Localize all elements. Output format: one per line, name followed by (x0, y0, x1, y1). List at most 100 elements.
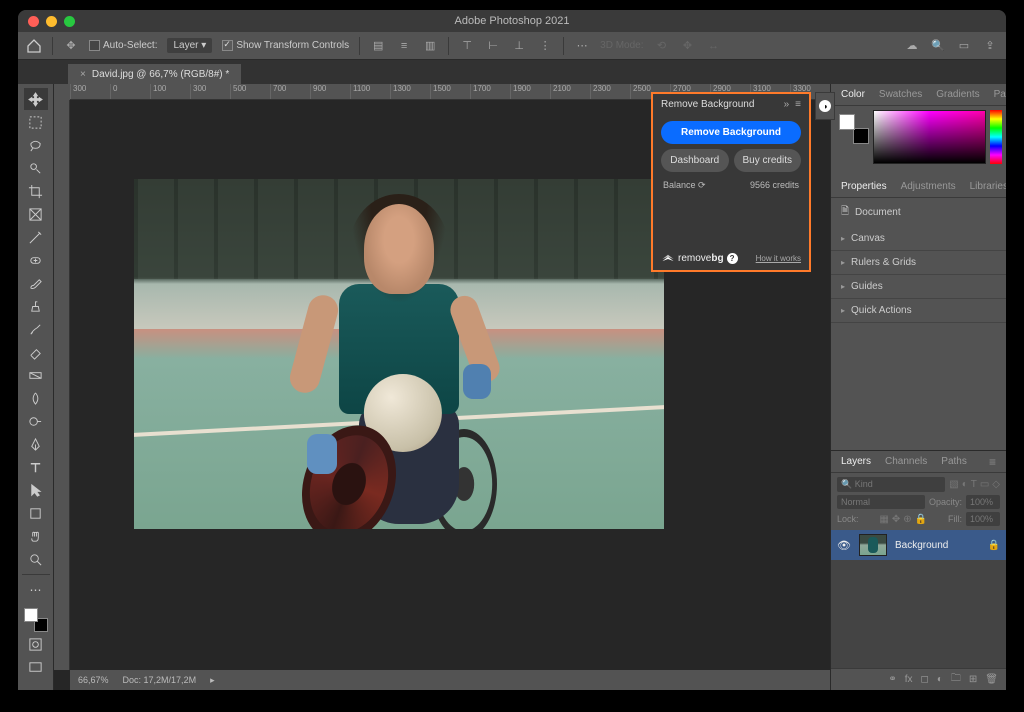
filter-type-icon[interactable]: T (971, 479, 977, 490)
search-icon[interactable]: 🔍 (930, 38, 946, 54)
tab-color[interactable]: Color (835, 85, 871, 104)
cloud-docs-icon[interactable]: ☁ (904, 38, 920, 54)
blur-tool[interactable] (24, 387, 48, 409)
tab-layers[interactable]: Layers (835, 452, 877, 471)
workspace-icon[interactable]: ▭ (956, 38, 972, 54)
new-layer-icon[interactable]: ⊞ (969, 674, 977, 685)
frame-tool[interactable] (24, 203, 48, 225)
lasso-tool[interactable] (24, 134, 48, 156)
more-align-icon[interactable]: ⋯ (574, 38, 590, 54)
tab-patterns[interactable]: Patterns (988, 85, 1006, 104)
buy-credits-button[interactable]: Buy credits (734, 149, 802, 172)
refresh-icon[interactable]: ⟳ (698, 180, 706, 190)
removebg-logo[interactable]: removebg ? (661, 253, 738, 264)
layer-filter-kind[interactable]: 🔍 Kind (837, 477, 945, 492)
auto-select-dropdown[interactable]: Layer ▾ (167, 38, 212, 53)
lock-pixels-icon[interactable]: ▦ (879, 514, 888, 525)
fullscreen-window-button[interactable] (64, 16, 75, 27)
color-swatches[interactable] (24, 608, 48, 632)
align-middle-icon[interactable]: ⊢ (485, 38, 501, 54)
close-window-button[interactable] (28, 16, 39, 27)
hue-slider[interactable] (990, 110, 1002, 164)
document-canvas[interactable] (134, 179, 664, 529)
distribute-icon[interactable]: ⋮ (537, 38, 553, 54)
layer-thumbnail[interactable] (859, 534, 887, 556)
vertical-ruler[interactable] (54, 100, 70, 670)
close-tab-icon[interactable]: × (80, 69, 86, 80)
shape-tool[interactable] (24, 502, 48, 524)
plugin-header[interactable]: Remove Background » ≡ (653, 94, 809, 115)
align-right-icon[interactable]: ▥ (422, 38, 438, 54)
color-panel-swatches[interactable] (839, 114, 865, 140)
move-tool[interactable] (24, 88, 48, 110)
lock-artboard-icon[interactable]: ⊕ (903, 514, 911, 525)
tab-adjustments[interactable]: Adjustments (895, 177, 962, 196)
filter-smart-icon[interactable]: ◇ (992, 479, 1000, 490)
path-select-tool[interactable] (24, 479, 48, 501)
clone-stamp-tool[interactable] (24, 295, 48, 317)
align-top-icon[interactable]: ⊤ (459, 38, 475, 54)
quick-mask-icon[interactable] (24, 633, 48, 655)
color-field[interactable] (873, 110, 986, 164)
tab-libraries[interactable]: Libraries (964, 177, 1006, 196)
section-canvas[interactable]: ▸Canvas (831, 227, 1006, 251)
section-guides[interactable]: ▸Guides (831, 275, 1006, 299)
crop-tool[interactable] (24, 180, 48, 202)
layer-row[interactable]: 👁 Background 🔒 (831, 530, 1006, 560)
gradient-tool[interactable] (24, 364, 48, 386)
zoom-tool[interactable] (24, 548, 48, 570)
info-icon[interactable]: ? (727, 253, 738, 264)
collapse-icon[interactable]: » (784, 99, 790, 110)
tab-gradients[interactable]: Gradients (930, 85, 985, 104)
history-brush-tool[interactable] (24, 318, 48, 340)
marquee-tool[interactable] (24, 111, 48, 133)
layer-name[interactable]: Background (895, 540, 948, 551)
group-icon[interactable]: 🗀 (951, 671, 961, 688)
lock-all-icon[interactable]: 🔒 (915, 514, 927, 525)
panel-menu-icon[interactable]: ≡ (795, 99, 801, 110)
pen-tool[interactable] (24, 433, 48, 455)
auto-select-checkbox[interactable] (89, 40, 100, 51)
adjustment-layer-icon[interactable]: ◐ (937, 674, 943, 685)
show-transform-checkbox[interactable] (222, 40, 233, 51)
lock-position-icon[interactable]: ✥ (892, 514, 900, 525)
zoom-level[interactable]: 66,67% (78, 675, 109, 685)
removebg-dock-icon[interactable]: ◑ (819, 100, 831, 112)
tab-paths[interactable]: Paths (935, 452, 973, 471)
opacity-field[interactable]: 100% (966, 495, 1000, 509)
tab-channels[interactable]: Channels (879, 452, 933, 471)
edit-toolbar-icon[interactable]: ⋯ (24, 579, 48, 601)
layer-mask-icon[interactable]: ◻ (921, 674, 929, 685)
filter-adjust-icon[interactable]: ◐ (962, 479, 968, 490)
home-button[interactable] (26, 38, 42, 54)
dodge-tool[interactable] (24, 410, 48, 432)
lock-icon[interactable]: 🔒 (988, 540, 1000, 551)
panel-menu-icon[interactable]: ≡ (983, 451, 1002, 473)
dashboard-button[interactable]: Dashboard (661, 149, 729, 172)
share-icon[interactable]: ⇪ (982, 38, 998, 54)
foreground-color-swatch[interactable] (24, 608, 38, 622)
remove-background-button[interactable]: Remove Background (661, 121, 801, 144)
filter-pixel-icon[interactable]: ▧ (949, 479, 958, 490)
layer-style-icon[interactable]: fx (905, 674, 913, 685)
brush-tool[interactable] (24, 272, 48, 294)
tab-swatches[interactable]: Swatches (873, 85, 928, 104)
eraser-tool[interactable] (24, 341, 48, 363)
eyedropper-tool[interactable] (24, 226, 48, 248)
section-quick-actions[interactable]: ▸Quick Actions (831, 299, 1006, 323)
ruler-origin[interactable] (54, 84, 70, 100)
minimize-window-button[interactable] (46, 16, 57, 27)
healing-brush-tool[interactable] (24, 249, 48, 271)
visibility-toggle-icon[interactable]: 👁 (837, 539, 851, 552)
screen-mode-icon[interactable] (24, 656, 48, 678)
plugin-dock-icon[interactable]: ◑ (815, 92, 835, 120)
status-caret[interactable]: ▸ (210, 675, 215, 686)
fill-field[interactable]: 100% (966, 512, 1000, 526)
filter-shape-icon[interactable]: ▭ (980, 479, 989, 490)
type-tool[interactable] (24, 456, 48, 478)
blend-mode-dropdown[interactable]: Normal (837, 495, 925, 509)
quick-select-tool[interactable] (24, 157, 48, 179)
document-tab[interactable]: × David.jpg @ 66,7% (RGB/8#) * (68, 64, 241, 84)
how-it-works-link[interactable]: How it works (756, 254, 801, 263)
align-bottom-icon[interactable]: ⊥ (511, 38, 527, 54)
